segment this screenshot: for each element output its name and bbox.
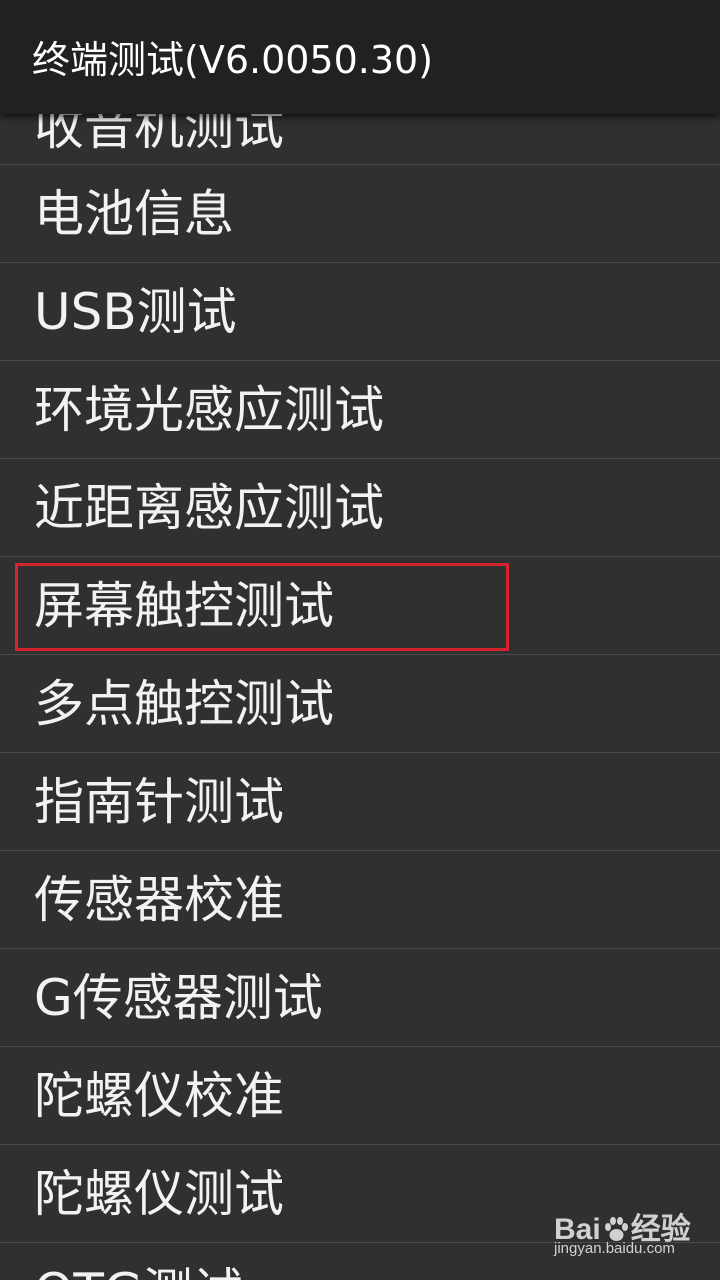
app-title-bar: 终端测试(V6.0050.30): [0, 0, 720, 114]
list-item-sensor-calibration[interactable]: 传感器校准: [0, 851, 720, 949]
list-item-multitouch-test[interactable]: 多点触控测试: [0, 655, 720, 753]
list-item-label: USB测试: [34, 283, 237, 341]
list-item-ambient-light-test[interactable]: 环境光感应测试: [0, 361, 720, 459]
watermark-url: jingyan.baidu.com: [554, 1240, 675, 1257]
list-item-g-sensor-test[interactable]: G传感器测试: [0, 949, 720, 1047]
list-item-gyroscope-calibration[interactable]: 陀螺仪校准: [0, 1047, 720, 1145]
list-item-usb-test[interactable]: USB测试: [0, 263, 720, 361]
list-item-label: G传感器测试: [34, 969, 323, 1027]
baidu-jingyan-watermark: Bai 经验 jingyan.baidu.com: [554, 1204, 694, 1264]
list-item-label: 电池信息: [34, 185, 234, 243]
list-item-label: 指南针测试: [34, 773, 284, 831]
list-item-battery-info[interactable]: 电池信息: [0, 165, 720, 263]
list-item-label: OTG测试: [34, 1262, 243, 1280]
list-item-label: 环境光感应测试: [34, 381, 384, 439]
list-item-label: 多点触控测试: [34, 675, 334, 733]
app-title: 终端测试(V6.0050.30): [32, 38, 434, 82]
list-item-compass-test[interactable]: 指南针测试: [0, 753, 720, 851]
list-item-proximity-test[interactable]: 近距离感应测试: [0, 459, 720, 557]
list-item-label: 陀螺仪校准: [34, 1067, 284, 1125]
list-item-label: 近距离感应测试: [34, 479, 384, 537]
paw-icon: [604, 1217, 628, 1241]
list-item-label: 传感器校准: [34, 871, 284, 929]
list-item-label: 陀螺仪测试: [34, 1165, 284, 1223]
highlight-box: [15, 563, 509, 651]
screen: 收音机测试 电池信息 USB测试 环境光感应测试 近距离感应测试 屏幕触控测试 …: [0, 0, 720, 1280]
